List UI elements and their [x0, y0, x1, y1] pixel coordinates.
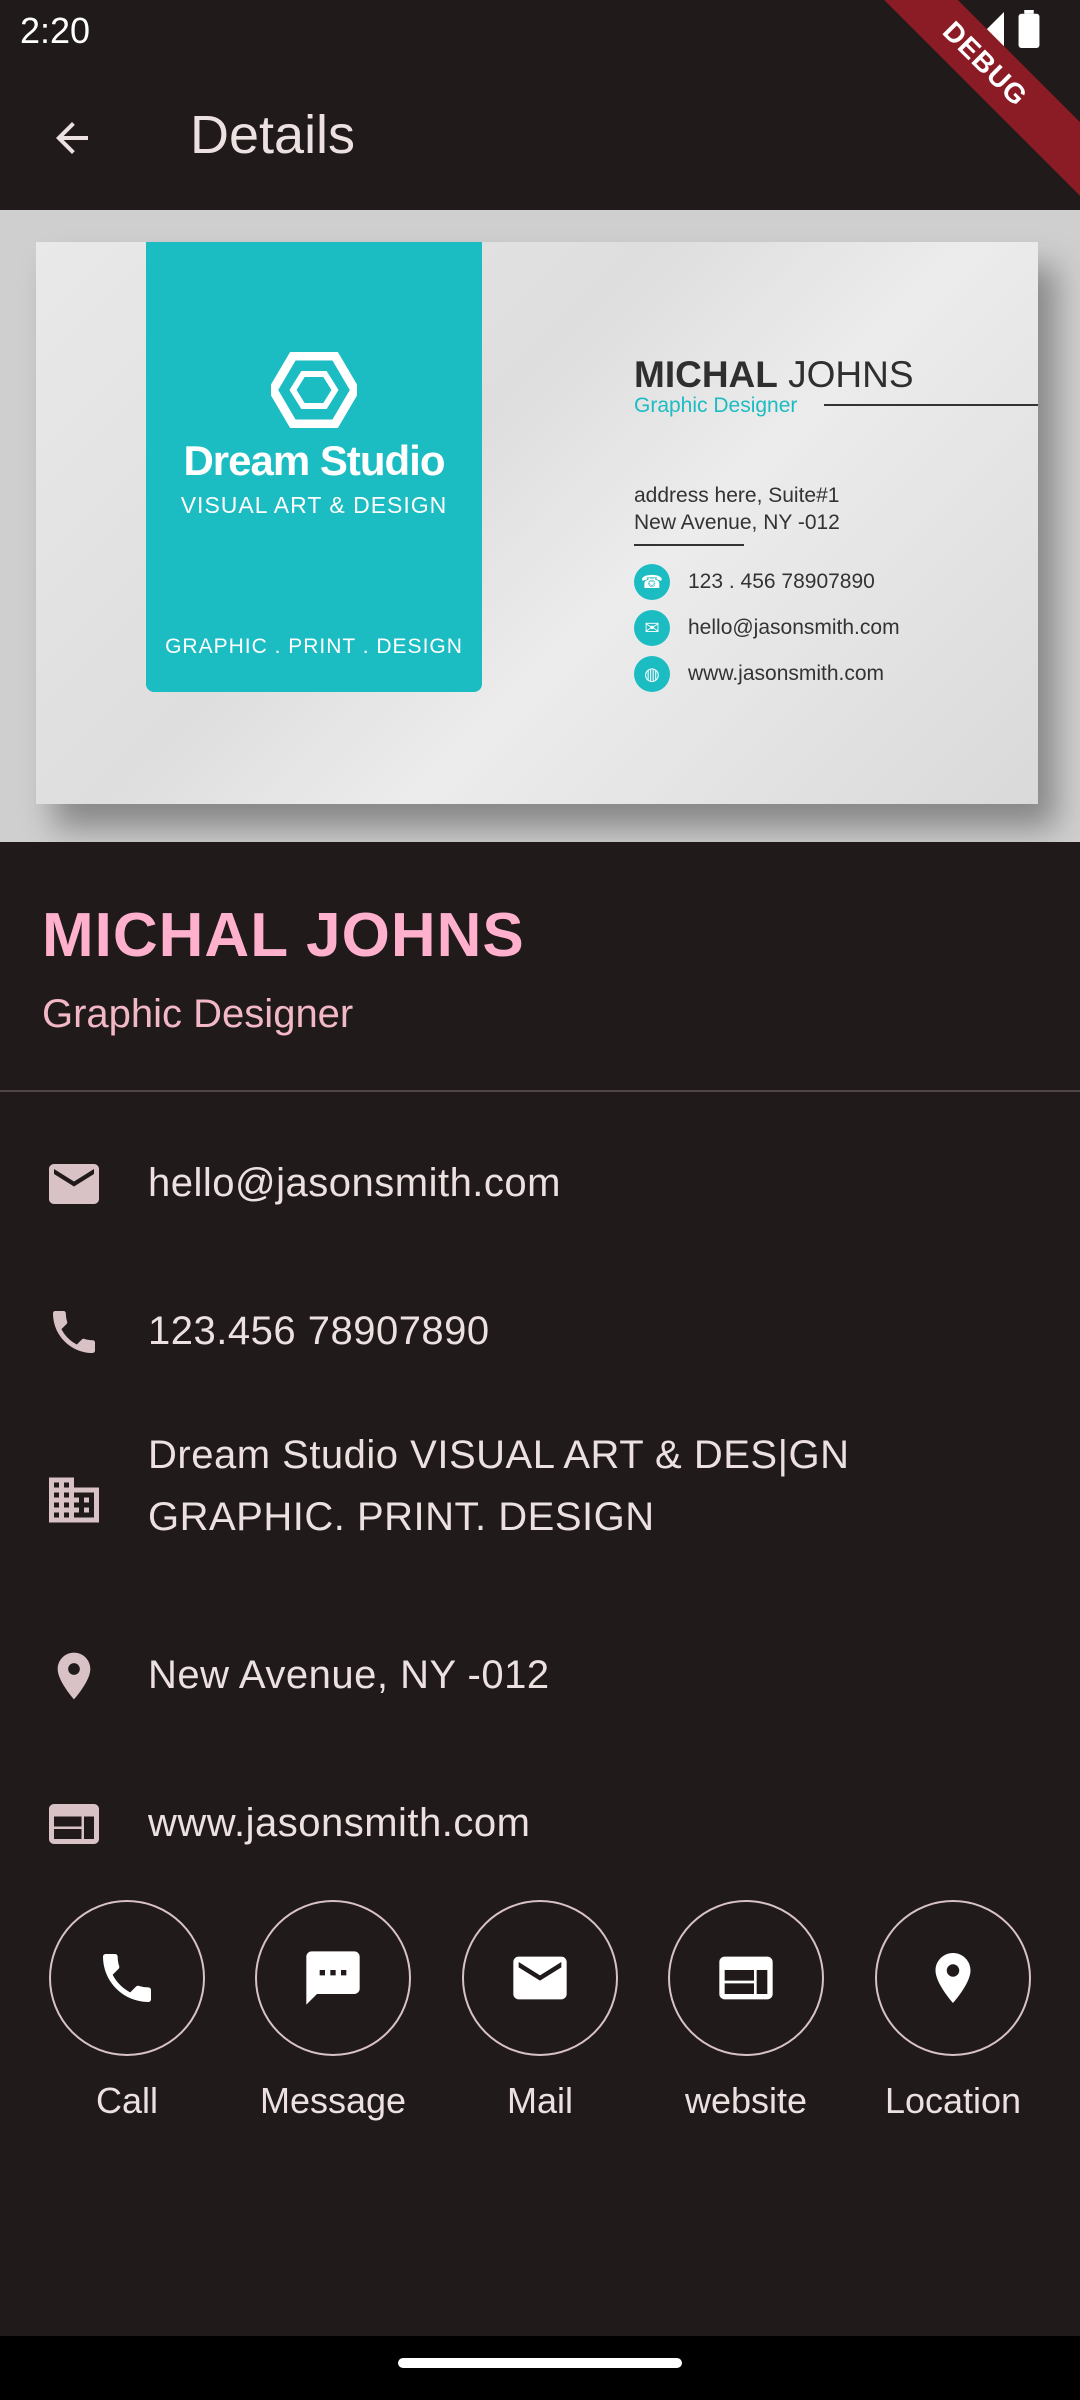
business-card-image: Dream Studio VISUAL ART & DESIGN GRAPHIC… [0, 210, 1080, 842]
card-brand-panel: Dream Studio VISUAL ART & DESIGN GRAPHIC… [146, 242, 482, 692]
hexagon-logo-icon [271, 352, 357, 428]
card-phone: ☎ 123 . 456 78907890 [634, 564, 875, 600]
mail-icon: ✉ [634, 610, 670, 646]
business-card: Dream Studio VISUAL ART & DESIGN GRAPHIC… [36, 242, 1038, 804]
arrow-back-icon [56, 122, 88, 154]
business-icon [44, 1470, 104, 1530]
location-button[interactable] [875, 1900, 1031, 2056]
phone-icon [44, 1302, 104, 1362]
page-title: Details [190, 105, 356, 165]
phone-icon [103, 1954, 151, 2002]
mail-label: Mail [506, 2080, 573, 2121]
website-action[interactable]: website [643, 1900, 849, 2122]
message-label: Message [259, 2080, 407, 2121]
location-label: Location [884, 2080, 1022, 2121]
location-pin-icon [935, 1953, 971, 2003]
detail-row-email[interactable]: hello@jasonsmith.com [0, 1124, 1080, 1244]
card-person-role: Graphic Designer [634, 394, 798, 417]
detail-row-address[interactable]: New Avenue, NY -012 [0, 1616, 1080, 1736]
location-pin-icon [44, 1646, 104, 1706]
system-navigation-bar [0, 2336, 1080, 2400]
card-address-underline [634, 544, 744, 546]
action-buttons: Call Message Mail website Location [0, 1900, 1080, 2140]
call-action[interactable]: Call [24, 1900, 230, 2122]
detail-website-text: www.jasonsmith.com [148, 1801, 531, 1845]
divider [0, 1090, 1080, 1092]
mail-button[interactable] [462, 1900, 618, 2056]
detail-company-text: Dream Studio VISUAL ART & DES|GN GRAPHIC… [148, 1433, 850, 1539]
home-gesture-handle[interactable] [398, 2358, 682, 2368]
message-action[interactable]: Message [230, 1900, 436, 2122]
web-icon [719, 1956, 773, 2000]
profile-name: MICHAL JOHNS [42, 901, 525, 970]
card-email: ✉ hello@jasonsmith.com [634, 610, 900, 646]
app-bar: Details [0, 62, 1080, 210]
back-button[interactable] [40, 106, 104, 170]
message-button[interactable] [255, 1900, 411, 2056]
website-button[interactable] [668, 1900, 824, 2056]
card-brand-tagline: GRAPHIC . PRINT . DESIGN [165, 635, 463, 658]
detail-phone-text: 123.456 78907890 [148, 1309, 490, 1353]
detail-address-text: New Avenue, NY -012 [148, 1653, 550, 1697]
card-brand-name: Dream Studio [183, 437, 445, 484]
card-brand-subtitle: VISUAL ART & DESIGN [180, 492, 448, 518]
card-address: address here, Suite#1 New Avenue, NY -01… [634, 484, 840, 534]
globe-icon: ◍ [634, 656, 670, 692]
battery-icon [1018, 10, 1040, 48]
profile-title: Graphic Designer [42, 992, 354, 1036]
location-action[interactable]: Location [850, 1900, 1056, 2122]
call-button[interactable] [49, 1900, 205, 2056]
mail-icon [44, 1154, 104, 1214]
phone-icon: ☎ [634, 564, 670, 600]
card-website: ◍ www.jasonsmith.com [634, 656, 884, 692]
detail-row-website[interactable]: www.jasonsmith.com [0, 1764, 1080, 1884]
message-icon [306, 1951, 360, 2005]
web-icon [44, 1794, 104, 1854]
mail-icon [513, 1956, 567, 2000]
card-divider-line [824, 404, 1038, 406]
call-label: Call [95, 2080, 158, 2121]
detail-row-company[interactable]: Dream Studio VISUAL ART & DES|GN GRAPHIC… [0, 1420, 1080, 1580]
detail-email-text: hello@jasonsmith.com [148, 1161, 561, 1205]
mail-action[interactable]: Mail [437, 1900, 643, 2122]
card-person-name: MICHAL JOHNS [634, 354, 914, 395]
status-time: 2:20 [20, 10, 91, 51]
detail-row-phone[interactable]: 123.456 78907890 [0, 1272, 1080, 1392]
website-label: website [684, 2080, 808, 2121]
